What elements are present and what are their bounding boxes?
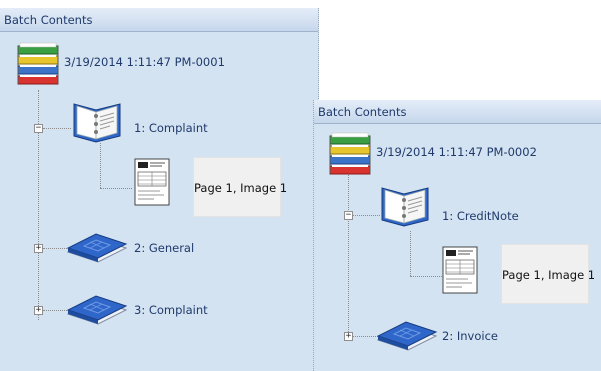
closed-book-icon xyxy=(66,292,128,326)
tree-connector xyxy=(43,128,71,129)
open-binder-icon xyxy=(378,184,434,230)
batch-trays-icon xyxy=(328,128,372,176)
open-binder-icon xyxy=(70,100,126,146)
batch-trays-icon xyxy=(16,38,60,86)
batch-contents-panel-2: Batch Contents 3/19/2014 1:11:47 PM-0002… xyxy=(313,100,601,371)
folder-label: 2: General xyxy=(134,241,195,255)
page-label: Page 1, Image 1 xyxy=(502,268,596,282)
minus-expander-icon[interactable]: − xyxy=(34,124,43,133)
tree-connector xyxy=(410,231,411,276)
document-page-icon xyxy=(134,158,170,206)
closed-book-icon xyxy=(376,318,438,352)
batch-label: 3/19/2014 1:11:47 PM-0001 xyxy=(64,55,225,69)
plus-expander-icon[interactable]: + xyxy=(344,332,353,341)
tree-connector xyxy=(410,276,442,277)
tree-connector xyxy=(100,143,101,188)
page-label: Page 1, Image 1 xyxy=(194,181,288,195)
folder-label: 2: Invoice xyxy=(442,329,498,343)
closed-book-icon xyxy=(66,230,128,264)
panel-header: Batch Contents xyxy=(0,8,318,32)
document-page-icon xyxy=(442,246,478,294)
page-label-box[interactable]: Page 1, Image 1 xyxy=(501,244,595,304)
tree-connector xyxy=(348,164,349,336)
folder-label: 1: Complaint xyxy=(134,121,208,135)
tree-connector xyxy=(100,188,132,189)
folder-label: 1: CreditNote xyxy=(442,209,519,223)
page-label-box[interactable]: Page 1, Image 1 xyxy=(193,157,287,217)
minus-expander-icon[interactable]: − xyxy=(344,211,353,220)
tree-connector xyxy=(352,215,380,216)
plus-expander-icon[interactable]: + xyxy=(34,244,43,253)
batch-contents-panel-1: Batch Contents 3/19/2014 1:11:47 PM-0001… xyxy=(0,8,319,371)
folder-label: 3: Complaint xyxy=(134,303,208,317)
panel-header: Batch Contents xyxy=(314,100,601,124)
batch-label: 3/19/2014 1:11:47 PM-0002 xyxy=(376,145,537,159)
plus-expander-icon[interactable]: + xyxy=(34,306,43,315)
